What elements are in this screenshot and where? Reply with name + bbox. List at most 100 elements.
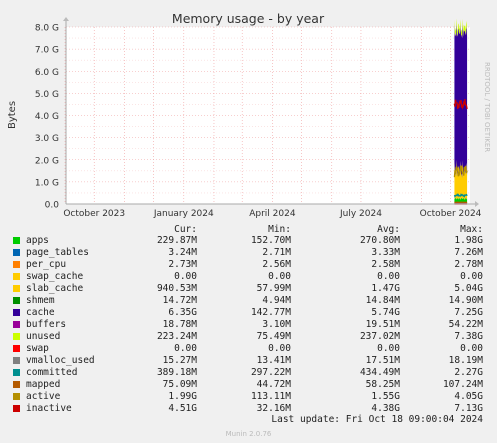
legend-value-max: 0.00 [460, 343, 483, 354]
legend-value-max: 2.78M [454, 259, 483, 270]
legend-row-cache: cache 6.35G 142.77M 5.74G 7.25G [0, 307, 497, 319]
legend-value-min: 44.72M [256, 379, 291, 390]
legend-label: per_cpu [26, 259, 67, 270]
legend-value-avg: 0.00 [377, 271, 400, 282]
y-tick-label: 5.0 G [35, 90, 59, 100]
legend-value-cur: 3.24M [168, 247, 197, 258]
legend-label: committed [26, 367, 78, 378]
legend-swatch [13, 381, 20, 388]
legend-value-max: 18.19M [448, 355, 483, 366]
legend-value-avg: 58.25M [365, 379, 400, 390]
legend-swatch [13, 261, 20, 268]
legend-value-min: 152.70M [250, 235, 291, 246]
legend-swatch [13, 237, 20, 244]
legend-label: cache [26, 307, 55, 318]
legend-row-per-cpu: per_cpu 2.73M 2.56M 2.58M 2.78M [0, 259, 497, 271]
legend-value-cur: 940.53M [156, 283, 197, 294]
legend-row-swap-cache: swap_cache 0.00 0.00 0.00 0.00 [0, 271, 497, 283]
legend-value-avg: 270.80M [359, 235, 400, 246]
legend-value-min: 32.16M [256, 403, 291, 414]
legend-row-shmem: shmem 14.72M 4.94M 14.84M 14.90M [0, 295, 497, 307]
legend-swatch [13, 345, 20, 352]
legend-value-min: 75.49M [256, 331, 291, 342]
legend-swatch [13, 285, 20, 292]
legend-value-min: 4.94M [262, 295, 291, 306]
legend-value-avg: 1.55G [371, 391, 400, 402]
x-tick-label: July 2024 [339, 209, 382, 219]
legend-value-cur: 15.27M [162, 355, 197, 366]
legend-label: swap [26, 343, 49, 354]
legend-row-page-tables: page_tables 3.24M 2.71M 3.33M 7.26M [0, 247, 497, 259]
y-tick-label: 2.0 G [35, 156, 59, 166]
legend-value-max: 7.13G [454, 403, 483, 414]
legend-value-min: 297.22M [250, 367, 291, 378]
legend-label: inactive [26, 403, 72, 414]
legend-swatch [13, 333, 20, 340]
legend-value-max: 107.24M [442, 379, 483, 390]
legend-value-cur: 0.00 [174, 271, 197, 282]
legend-value-avg: 19.51M [365, 319, 400, 330]
legend-value-cur: 2.73M [168, 259, 197, 270]
legend-value-min: 142.77M [250, 307, 291, 318]
legend-swatch [13, 273, 20, 280]
legend-value-min: 3.10M [262, 319, 291, 330]
legend-header-min: Min: [268, 224, 291, 235]
legend-label: active [26, 391, 61, 402]
legend-swatch [13, 297, 20, 304]
legend-value-avg: 14.84M [365, 295, 400, 306]
last-update: Last update: Fri Oct 18 09:00:04 2024 [271, 414, 483, 425]
legend-value-avg: 237.02M [359, 331, 400, 342]
legend-value-min: 13.41M [256, 355, 291, 366]
legend-value-min: 0.00 [268, 271, 291, 282]
y-axis-arrow [63, 17, 69, 21]
y-tick-label: 6.0 G [35, 68, 59, 78]
legend-value-max: 2.27G [454, 367, 483, 378]
legend-value-cur: 1.99G [168, 391, 197, 402]
legend-value-avg: 17.51M [365, 355, 400, 366]
legend-value-max: 4.05G [454, 391, 483, 402]
legend-value-max: 5.04G [454, 283, 483, 294]
legend-value-cur: 75.09M [162, 379, 197, 390]
legend-value-avg: 1.47G [371, 283, 400, 294]
legend-swatch [13, 393, 20, 400]
legend-header-avg: Avg: [377, 224, 400, 235]
x-tick-label: January 2024 [153, 209, 214, 219]
chart-title: Memory usage - by year [172, 11, 325, 26]
legend-value-cur: 229.87M [156, 235, 197, 246]
y-tick-label: 1.0 G [35, 178, 59, 188]
legend-value-max: 7.26M [454, 247, 483, 258]
legend-row-swap: swap 0.00 0.00 0.00 0.00 [0, 343, 497, 355]
legend-value-cur: 0.00 [174, 343, 197, 354]
legend-row-active: active 1.99G 113.11M 1.55G 4.05G [0, 391, 497, 403]
legend-row-unused: unused 223.24M 75.49M 237.02M 7.38G [0, 331, 497, 343]
legend-value-min: 2.71M [262, 247, 291, 258]
legend-header-max: Max: [460, 224, 483, 235]
legend-label: swap_cache [26, 271, 84, 282]
legend-label: mapped [26, 379, 61, 390]
legend-swatch [13, 249, 20, 256]
y-tick-label: 0.0 [45, 201, 60, 211]
legend-header-cur: Cur: [174, 224, 197, 235]
legend-value-cur: 18.78M [162, 319, 197, 330]
legend-swatch [13, 357, 20, 364]
legend-value-avg: 5.74G [371, 307, 400, 318]
legend-value-cur: 6.35G [168, 307, 197, 318]
legend-swatch [13, 369, 20, 376]
x-axis-arrow [475, 201, 479, 207]
legend-row-apps: apps 229.87M 152.70M 270.80M 1.98G [0, 235, 497, 247]
legend-row-slab-cache: slab_cache 940.53M 57.99M 1.47G 5.04G [0, 283, 497, 295]
legend-value-max: 54.22M [448, 319, 483, 330]
legend-value-min: 0.00 [268, 343, 291, 354]
rrdtool-credit: RRDTOOL / TOBI OETIKER [483, 62, 491, 152]
legend-value-avg: 434.49M [359, 367, 400, 378]
y-tick-label: 3.0 G [35, 134, 59, 144]
legend-value-max: 0.00 [460, 271, 483, 282]
legend-value-cur: 389.18M [156, 367, 197, 378]
legend-value-cur: 14.72M [162, 295, 197, 306]
legend-value-max: 1.98G [454, 235, 483, 246]
legend-row-committed: committed 389.18M 297.22M 434.49M 2.27G [0, 367, 497, 379]
x-tick-label: October 2023 [63, 209, 125, 219]
legend-value-max: 7.25G [454, 307, 483, 318]
legend-value-min: 113.11M [250, 391, 291, 402]
legend-value-max: 14.90M [448, 295, 483, 306]
